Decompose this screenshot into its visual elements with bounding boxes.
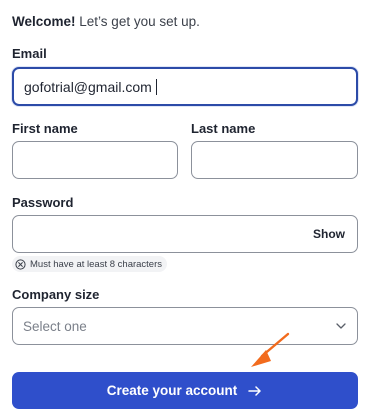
welcome-bold: Welcome! [12,14,76,29]
orange-pointer-arrow [251,332,290,367]
show-password-button[interactable]: Show [313,227,345,241]
welcome-message: Welcome! Let’s get you set up. [12,14,200,29]
last-name-field[interactable] [191,141,358,179]
company-size-label: Company size [12,287,100,302]
signup-form: Welcome! Let’s get you set up. Email gof… [0,0,378,418]
chevron-down-icon [336,323,346,329]
first-name-label: First name [12,121,78,136]
email-value: gofotrial@gmail.com [24,79,152,95]
arrow-right-icon [248,385,262,396]
welcome-rest: Let’s get you set up. [75,14,200,29]
text-caret [155,79,157,95]
company-size-select[interactable]: Select one [12,307,358,345]
create-account-label: Create your account [106,383,238,398]
password-hint: Must have at least 8 characters [12,256,168,272]
first-name-field[interactable] [12,141,178,179]
email-label: Email [12,46,47,61]
company-size-placeholder: Select one [23,319,87,334]
create-account-button[interactable]: Create your account [12,372,358,409]
circle-x-icon [15,258,26,270]
last-name-label: Last name [191,121,256,136]
password-hint-text: Must have at least 8 characters [30,258,163,270]
email-field[interactable]: gofotrial@gmail.com [12,67,358,106]
password-label: Password [12,195,74,210]
password-field[interactable]: Show [12,215,358,253]
